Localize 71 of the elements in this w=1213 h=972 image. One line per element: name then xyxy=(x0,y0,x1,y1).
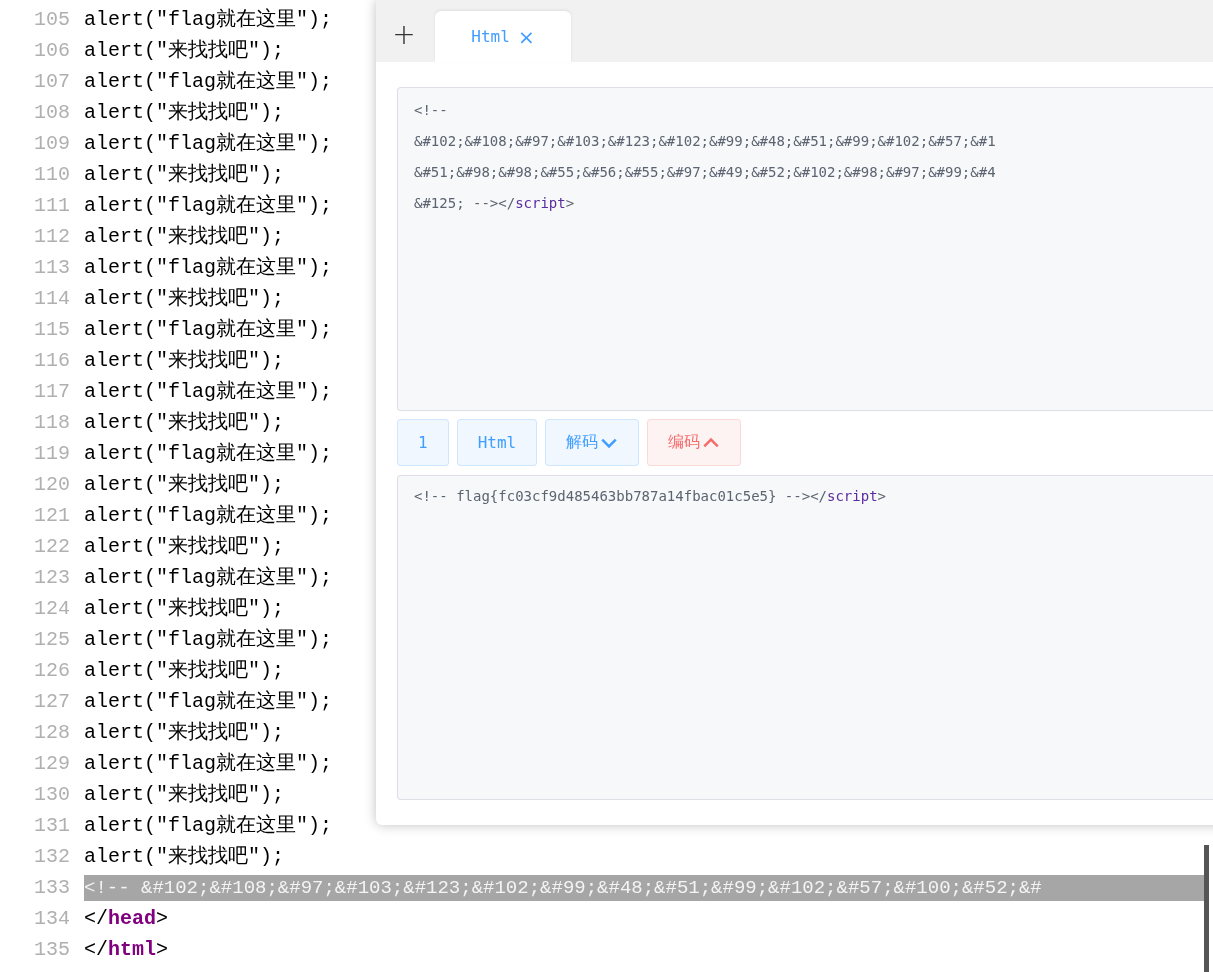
line-number: 110 xyxy=(33,163,70,186)
code-line: alert("flag就在这里"); xyxy=(84,68,333,95)
code-line: alert("来找找吧"); xyxy=(84,37,285,64)
add-tab-button[interactable]: + xyxy=(376,10,432,58)
code-line: alert("flag就在这里"); xyxy=(84,564,333,591)
line-number: 129 xyxy=(33,752,70,775)
line-number: 116 xyxy=(33,349,70,372)
code-line: alert("flag就在这里"); xyxy=(84,192,333,219)
code-line: alert("来找找吧"); xyxy=(84,843,285,870)
line-number: 131 xyxy=(33,814,70,837)
code-line: alert("来找找吧"); xyxy=(84,223,285,250)
line-number: 115 xyxy=(33,318,70,341)
code-line: alert("flag就在这里"); xyxy=(84,254,333,281)
code-line: alert("flag就在这里"); xyxy=(84,130,333,157)
output-field[interactable]: <!-- flag{fc03cf9d485463bb787a14fbac01c5e5} --></script> xyxy=(397,475,1213,800)
line-number: 119 xyxy=(33,442,70,465)
action-button[interactable]: 编码 xyxy=(647,419,742,466)
code-line: alert("flag就在这里"); xyxy=(84,626,333,653)
code-line: alert("flag就在这里"); xyxy=(84,316,333,343)
line-number: 120 xyxy=(33,473,70,496)
action-button[interactable]: 解码 xyxy=(545,419,640,466)
tab[interactable]: Html × xyxy=(435,11,571,62)
line-number: 105 xyxy=(33,8,70,31)
line-number: 114 xyxy=(33,287,70,310)
code-line: alert("来找找吧"); xyxy=(84,161,285,188)
line-number: 108 xyxy=(33,101,70,124)
line-number: 111 xyxy=(33,194,70,217)
code-line: alert("来找找吧"); xyxy=(84,409,285,436)
code-line: alert("flag就在这里"); xyxy=(84,750,333,777)
line-number: 117 xyxy=(33,380,70,403)
code-line: alert("来找找吧"); xyxy=(84,347,285,374)
code-line: </html> xyxy=(84,936,169,963)
line-number: 118 xyxy=(33,411,70,434)
code-line: </head> xyxy=(84,905,169,932)
line-number: 125 xyxy=(33,628,70,651)
scrollbar[interactable] xyxy=(1204,845,1209,972)
input-field[interactable]: <!-- &#102;&#108;&#97;&#103;&#123;&#102;&#99;&#48;&#51;&#99;&#102;&#57;&#1 &#51;&#98;&#98;&#55;&#56;&#55;&#97;&#49;&#52;&#102;&#98;&#97;&#99;&#4 &#125; --></script> xyxy=(397,87,1213,411)
action-button[interactable]: Html xyxy=(456,419,538,466)
line-number: 121 xyxy=(33,504,70,527)
line-number: 107 xyxy=(33,70,70,93)
line-number: 132 xyxy=(33,845,70,868)
code-line: alert("来找找吧"); xyxy=(84,471,285,498)
line-number: 134 xyxy=(33,907,70,930)
line-number: 128 xyxy=(33,721,70,744)
line-number: 133 xyxy=(33,876,70,899)
line-number: 122 xyxy=(33,535,70,558)
line-number: 106 xyxy=(33,39,70,62)
line-number: 127 xyxy=(33,690,70,713)
action-button[interactable]: 1 xyxy=(397,419,449,466)
code-line: alert("flag就在这里"); xyxy=(84,440,333,467)
code-line: alert("flag就在这里"); xyxy=(84,688,333,715)
code-line: alert("来找找吧"); xyxy=(84,595,285,622)
line-number: 135 xyxy=(33,938,70,961)
code-line: alert("来找找吧"); xyxy=(84,781,285,808)
code-line: alert("来找找吧"); xyxy=(84,657,285,684)
line-number: 130 xyxy=(33,783,70,806)
line-number: 109 xyxy=(33,132,70,155)
line-number: 113 xyxy=(33,256,70,279)
code-line: alert("flag就在这里"); xyxy=(84,812,333,839)
code-line: alert("flag就在这里"); xyxy=(84,378,333,405)
close-icon[interactable]: × xyxy=(517,24,535,49)
code-line: alert("来找找吧"); xyxy=(84,719,285,746)
line-number: 112 xyxy=(33,225,70,248)
code-line: alert("来找找吧"); xyxy=(84,533,285,560)
line-number: 126 xyxy=(33,659,70,682)
code-line: alert("flag就在这里"); xyxy=(84,502,333,529)
line-number: 124 xyxy=(33,597,70,620)
code-line: alert("flag就在这里"); xyxy=(84,6,333,33)
code-line: alert("来找找吧"); xyxy=(84,99,285,126)
code-line: alert("来找找吧"); xyxy=(84,285,285,312)
line-number: 123 xyxy=(33,566,70,589)
